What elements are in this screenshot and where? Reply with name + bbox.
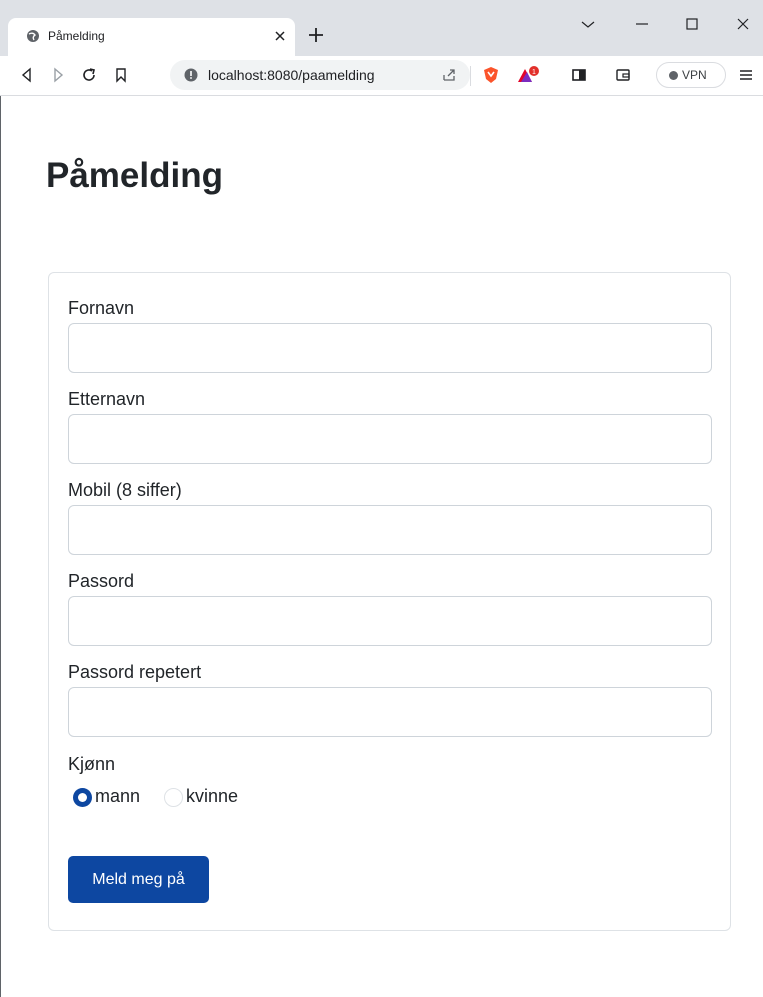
address-bar[interactable]: localhost:8080/paamelding: [170, 60, 470, 90]
password-repeat-label: Passord repetert: [68, 662, 202, 682]
close-tab-icon[interactable]: [272, 28, 288, 44]
first-name-input[interactable]: [68, 323, 712, 373]
maximize-icon[interactable]: [682, 14, 702, 34]
vpn-label: VPN: [682, 68, 707, 82]
gender-radio-male[interactable]: [73, 788, 92, 807]
submit-button[interactable]: Meld meg på: [68, 856, 209, 903]
first-name-label: Fornavn: [68, 298, 135, 318]
chevron-down-icon[interactable]: [578, 14, 598, 34]
gender-option-male-label[interactable]: mann: [95, 786, 140, 807]
bookmark-icon[interactable]: [112, 66, 130, 84]
share-icon[interactable]: [440, 66, 458, 84]
browser-tab[interactable]: Påmelding: [8, 18, 295, 56]
rewards-badge-count: 1: [532, 69, 536, 76]
vpn-status-icon: [669, 71, 678, 80]
sidebar-toggle-icon[interactable]: [570, 66, 588, 84]
reload-icon[interactable]: [80, 66, 98, 84]
forward-icon[interactable]: [49, 66, 67, 84]
mobile-label: Mobil (8 siffer): [68, 480, 182, 500]
last-name-input[interactable]: [68, 414, 712, 464]
gender-radio-female[interactable]: [164, 788, 183, 807]
menu-icon[interactable]: [737, 66, 755, 84]
mobile-input[interactable]: [68, 505, 712, 555]
toolbar-divider: [470, 66, 471, 86]
registration-form: Fornavn Etternavn Mobil (8 siffer) Passo…: [48, 272, 731, 931]
url-text: localhost:8080/paamelding: [208, 67, 375, 83]
password-repeat-input[interactable]: [68, 687, 712, 737]
password-label: Passord: [68, 571, 135, 591]
last-name-label: Etternavn: [68, 389, 146, 409]
browser-tab-bar: Påmelding: [0, 0, 763, 56]
page-title: Påmelding: [46, 156, 223, 195]
brave-rewards-icon[interactable]: 1: [516, 66, 540, 84]
back-icon[interactable]: [18, 66, 36, 84]
minimize-icon[interactable]: [632, 14, 652, 34]
wallet-icon[interactable]: [614, 66, 632, 84]
brave-shields-icon[interactable]: [482, 66, 500, 84]
password-input[interactable]: [68, 596, 712, 646]
close-window-icon[interactable]: [733, 14, 753, 34]
vpn-button[interactable]: VPN: [656, 62, 726, 88]
browser-toolbar: localhost:8080/paamelding 1 VPN: [0, 56, 763, 96]
site-info-icon[interactable]: [184, 68, 198, 82]
new-tab-icon[interactable]: [307, 26, 325, 44]
globe-icon: [27, 30, 39, 42]
gender-option-female-label[interactable]: kvinne: [186, 786, 238, 807]
tab-title: Påmelding: [48, 29, 105, 43]
window-left-border: [0, 96, 1, 997]
gender-label: Kjønn: [68, 754, 116, 774]
